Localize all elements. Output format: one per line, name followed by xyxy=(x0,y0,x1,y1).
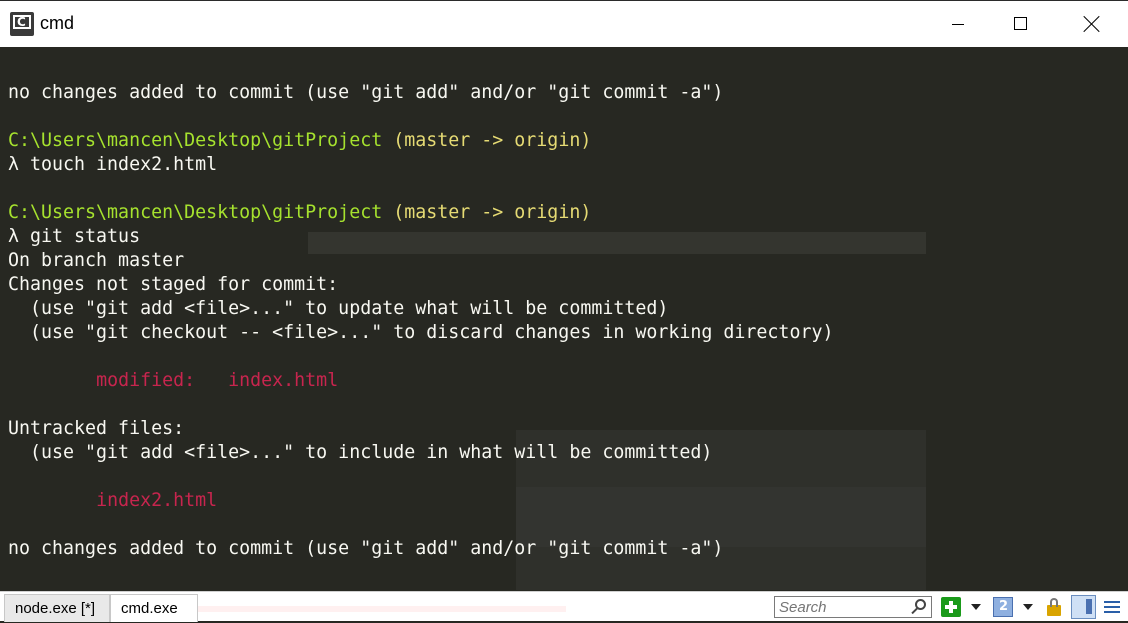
cmd-app-icon[interactable] xyxy=(10,12,34,36)
console-text: no changes added to commit (use "git add… xyxy=(8,82,724,103)
console-line: modified: index.html xyxy=(8,369,1128,393)
prompt-branch: (master -> origin) xyxy=(382,202,592,223)
prompt-path: C:\Users\mancen\Desktop\gitProject xyxy=(8,202,383,223)
console-text: (use "git add <file>..." to update what … xyxy=(8,298,669,319)
tab-cmd-exe[interactable]: cmd.exe xyxy=(110,594,198,622)
console-line: (use "git checkout -- <file>..." to disc… xyxy=(8,321,1128,345)
console-text: Changes not staged for commit: xyxy=(8,274,339,295)
close-icon[interactable] xyxy=(1082,14,1102,34)
new-console-plus-icon[interactable] xyxy=(941,597,961,617)
tab-bar: node.exe [*] cmd.exe xyxy=(0,591,1128,622)
console-text: (use "git checkout -- <file>..." to disc… xyxy=(8,322,834,343)
console-line: C:\Users\mancen\Desktop\gitProject (mast… xyxy=(8,201,1128,225)
console-line: Untracked files: xyxy=(8,417,1128,441)
console-line: no changes added to commit (use "git add… xyxy=(8,81,1128,105)
console-line: no changes added to commit (use "git add… xyxy=(8,537,1128,561)
search-input[interactable] xyxy=(775,597,911,618)
console-text: λ git status xyxy=(8,226,141,247)
console-text: (use "git add <file>..." to include in w… xyxy=(8,442,713,463)
search-icon[interactable] xyxy=(915,599,926,610)
title-bar: cmd xyxy=(0,0,1128,47)
layout-icon[interactable] xyxy=(993,597,1013,617)
lock-icon[interactable] xyxy=(1044,597,1064,617)
chevron-down-icon[interactable] xyxy=(1023,604,1033,610)
console-line: Changes not staged for commit: xyxy=(8,273,1128,297)
console-text: λ touch index2.html xyxy=(8,154,218,175)
prompt-branch: (master -> origin) xyxy=(382,130,592,151)
menu-icon[interactable] xyxy=(1102,597,1122,617)
console-text: On branch master xyxy=(8,250,185,271)
chevron-down-icon[interactable] xyxy=(971,604,981,610)
file-status: modified: index.html xyxy=(96,370,339,391)
prompt-path: C:\Users\mancen\Desktop\gitProject xyxy=(8,130,383,151)
console-text: Untracked files: xyxy=(8,418,185,439)
console-line: λ git status xyxy=(8,225,1128,249)
console-output[interactable]: no changes added to commit (use "git add… xyxy=(8,57,1128,561)
panel-icon[interactable] xyxy=(1071,595,1096,619)
tab-node-exe[interactable]: node.exe [*] xyxy=(4,594,110,622)
console-line: (use "git add <file>..." to include in w… xyxy=(8,441,1128,465)
maximize-icon[interactable] xyxy=(1014,17,1027,30)
console-line: C:\Users\mancen\Desktop\gitProject (mast… xyxy=(8,129,1128,153)
console-line: (use "git add <file>..." to update what … xyxy=(8,297,1128,321)
console-text: no changes added to commit (use "git add… xyxy=(8,538,724,559)
console-line: On branch master xyxy=(8,249,1128,273)
minimize-icon[interactable] xyxy=(952,24,964,25)
file-status: index2.html xyxy=(96,490,218,511)
search-box[interactable] xyxy=(774,596,932,618)
console-line: index2.html xyxy=(8,489,1128,513)
window-title: cmd xyxy=(40,13,75,33)
console-line: λ touch index2.html xyxy=(8,153,1128,177)
